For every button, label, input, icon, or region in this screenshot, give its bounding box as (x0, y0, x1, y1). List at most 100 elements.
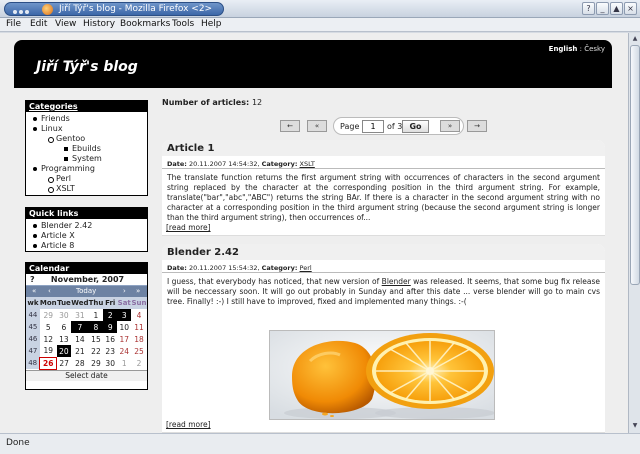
calendar-day[interactable]: 25 (131, 345, 146, 357)
scroll-down-icon[interactable]: ▼ (630, 421, 640, 431)
menu-edit[interactable]: Edit (30, 19, 47, 29)
calendar-col-fri: Fri (103, 297, 117, 309)
article-body: I guess, that everybody has noticed, tha… (162, 273, 605, 307)
calendar-col-sat: Sat (117, 297, 132, 309)
quicklink-item[interactable]: Article 8 (26, 241, 147, 251)
calendar-prev-year[interactable]: « (32, 287, 36, 295)
calendar-nav: « ‹ Today › » (26, 286, 147, 297)
calendar-day[interactable]: 6 (57, 321, 72, 333)
article-category-link[interactable]: Perl (300, 264, 312, 272)
category-system[interactable]: System (26, 154, 147, 164)
categories-box: Categories Friends Linux Gentoo Ebuilds … (25, 100, 148, 196)
calendar-day[interactable]: 1 (88, 309, 103, 321)
vertical-scrollbar[interactable]: ▲ ▼ (628, 33, 640, 433)
window-title-pill[interactable]: Jiří Týř's blog - Mozilla Firefox <2> (4, 2, 224, 16)
article-category-link[interactable]: XSLT (300, 160, 315, 168)
category-ebuilds[interactable]: Ebuilds (26, 144, 147, 154)
article-count-label: Number of articles: (162, 98, 250, 107)
read-more-link[interactable]: [read more] (166, 223, 211, 232)
category-friends[interactable]: Friends (26, 114, 147, 124)
page-label: Page (340, 122, 360, 131)
calendar-day[interactable]: 10 (117, 321, 131, 333)
calendar-day[interactable]: 5 (40, 321, 57, 333)
calendar-day[interactable]: 12 (40, 333, 57, 345)
calendar-week-number: 44 (26, 309, 40, 321)
menu-view[interactable]: View (55, 19, 76, 29)
calendar-next-year[interactable]: » (136, 287, 140, 295)
calendar-day[interactable]: 19 (40, 345, 57, 357)
calendar-day[interactable]: 4 (131, 309, 146, 321)
calendar-day: 29 (43, 310, 54, 320)
calendar-day[interactable]: 29 (88, 357, 103, 369)
calendar-day[interactable]: 18 (131, 333, 146, 345)
close-window-button[interactable]: × (624, 2, 637, 15)
calendar-day[interactable]: 15 (88, 333, 103, 345)
quicklink-item[interactable]: Article X (26, 231, 147, 241)
calendar-day-today[interactable]: 26 (39, 356, 58, 370)
page-number-input[interactable] (362, 120, 384, 133)
category-xslt[interactable]: XSLT (26, 184, 147, 194)
maximize-button[interactable]: ▲ (610, 2, 623, 15)
scrollbar-thumb[interactable] (630, 45, 640, 285)
menu-help[interactable]: Help (201, 19, 222, 29)
calendar-day[interactable]: 13 (57, 333, 72, 345)
calendar-day[interactable]: 24 (117, 345, 131, 357)
calendar-day[interactable]: 23 (103, 345, 117, 357)
blog-title[interactable]: Jiří Týř's blog (36, 59, 138, 75)
calendar-today-button[interactable]: Today (76, 287, 96, 295)
minimize-button[interactable]: _ (596, 2, 609, 15)
calendar-day[interactable]: 14 (71, 333, 88, 345)
prev-page-button[interactable]: « (307, 120, 327, 132)
read-more-link[interactable]: [read more] (166, 420, 211, 429)
calendar-week-number: 47 (26, 345, 40, 357)
category-programming[interactable]: Programming (26, 164, 147, 174)
lang-english-link[interactable]: English (549, 45, 578, 53)
calendar-day[interactable]: 3 (117, 309, 132, 321)
window-titlebar[interactable]: Jiří Týř's blog - Mozilla Firefox <2> ? _… (0, 0, 640, 18)
calendar-day[interactable]: 11 (131, 321, 146, 333)
calendar-day[interactable]: 17 (117, 333, 131, 345)
calendar-day[interactable]: 21 (71, 345, 88, 357)
menu-history[interactable]: History (83, 19, 115, 29)
calendar-day: 30 (59, 310, 69, 320)
article-card: Article 1 Date: 20.11.2007 14:54:32, Cat… (162, 140, 605, 236)
menu-tools[interactable]: Tools (172, 19, 194, 29)
window-menu-icon[interactable] (13, 7, 31, 14)
help-window-button[interactable]: ? (582, 2, 595, 15)
calendar-col-mon: Mon (39, 297, 57, 309)
blender-link[interactable]: Blender (382, 277, 411, 286)
categories-heading[interactable]: Categories (26, 101, 147, 112)
calendar-help-button[interactable]: ? (30, 275, 35, 284)
article-title[interactable]: Article 1 (162, 140, 605, 156)
article-title[interactable]: Blender 2.42 (162, 244, 605, 260)
calendar-day[interactable]: 27 (57, 357, 72, 369)
calendar-day[interactable]: 7 (71, 321, 89, 333)
next-page-button[interactable]: » (440, 120, 460, 132)
quicklink-item[interactable]: Blender 2.42 (26, 221, 147, 231)
categories-tree: Friends Linux Gentoo Ebuilds System Prog… (26, 112, 147, 196)
calendar-day[interactable]: 8 (88, 321, 104, 333)
calendar-day: 31 (75, 310, 85, 320)
calendar-col-tue: Tue (56, 297, 72, 309)
lang-czech-link[interactable]: Česky (584, 45, 605, 53)
first-page-button[interactable]: ← (280, 120, 300, 132)
calendar-day[interactable]: 9 (103, 321, 117, 333)
calendar-next-month[interactable]: › (123, 287, 126, 295)
article-date: 20.11.2007 14:54:32, (188, 160, 260, 168)
calendar-prev-month[interactable]: ‹ (48, 287, 51, 295)
menu-bookmarks[interactable]: Bookmarks (120, 19, 170, 29)
category-gentoo[interactable]: Gentoo (26, 134, 147, 144)
category-linux[interactable]: Linux (26, 124, 147, 134)
calendar-day[interactable]: 28 (71, 357, 88, 369)
orange-picture (270, 331, 494, 419)
calendar-day[interactable]: 30 (103, 357, 117, 369)
go-button[interactable]: Go (402, 120, 429, 133)
menu-file[interactable]: File (6, 19, 21, 29)
last-page-button[interactable]: → (467, 120, 487, 132)
calendar-day[interactable]: 22 (88, 345, 103, 357)
category-perl[interactable]: Perl (26, 174, 147, 184)
calendar-day[interactable]: 20 (56, 345, 72, 357)
scroll-up-icon[interactable]: ▲ (630, 34, 640, 44)
calendar-day[interactable]: 16 (103, 333, 117, 345)
calendar-day[interactable]: 2 (103, 309, 117, 321)
